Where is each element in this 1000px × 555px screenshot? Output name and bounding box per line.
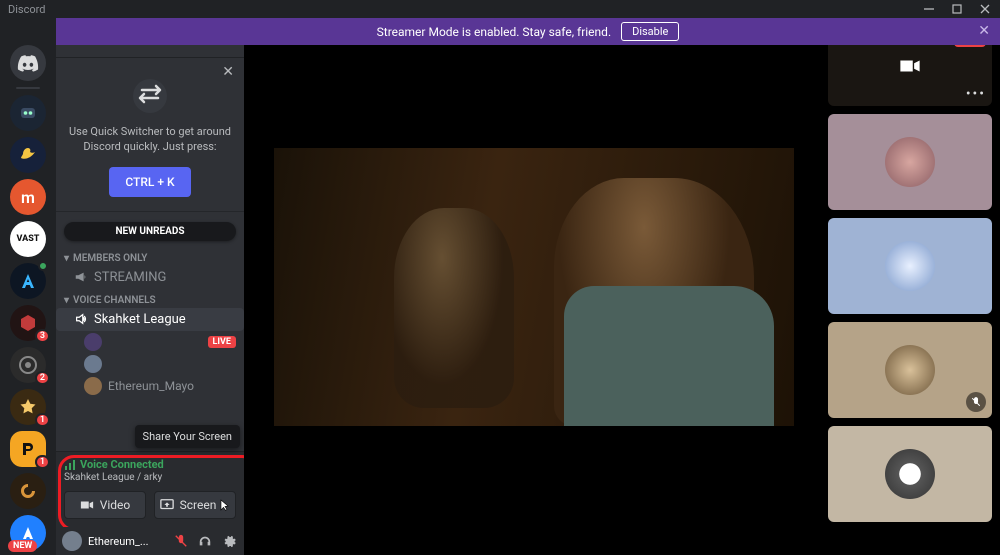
avatar [885, 345, 935, 395]
close-icon[interactable]: ✕ [978, 23, 990, 39]
disable-button[interactable]: Disable [621, 22, 679, 41]
category-voice[interactable]: ▾ VOICE CHANNELS [56, 289, 244, 308]
username: Ethereum_... [88, 535, 166, 548]
unread-badge: 1 [35, 413, 50, 427]
more-icon[interactable]: ••• [966, 86, 986, 102]
server-icon[interactable]: m [10, 179, 46, 215]
robot-icon [18, 103, 38, 123]
call-main-area: LIVE ••• [244, 18, 1000, 555]
rail-separator [16, 87, 40, 89]
app-title: Discord [8, 3, 45, 16]
megaphone-icon [74, 270, 88, 284]
unread-badge: 3 [35, 329, 50, 343]
participant-tile[interactable] [828, 218, 992, 314]
chevron-down-icon: ▾ [64, 295, 69, 306]
server-rail: m VAST 3 2 1 1 NEW [0, 18, 56, 555]
avatar [84, 333, 102, 351]
server-icon[interactable] [10, 473, 46, 509]
avatar [885, 137, 935, 187]
server-icon[interactable] [10, 137, 46, 173]
participants-column: LIVE ••• [824, 18, 1000, 555]
avatar [885, 241, 935, 291]
star-icon [19, 398, 37, 416]
screen-share-button[interactable]: Screen [154, 491, 236, 519]
chevron-down-icon: ▾ [64, 253, 69, 264]
swirl-icon [19, 482, 37, 500]
camera-icon [80, 498, 94, 512]
voice-connected-panel: Share Your Screen Voice Connected Skahke… [56, 451, 244, 527]
window-close-icon[interactable] [978, 2, 992, 16]
user-footer: Ethereum_... [56, 527, 244, 555]
avatar [84, 355, 102, 373]
camera-icon [899, 55, 921, 77]
quick-switcher-button[interactable]: CTRL + K [109, 167, 190, 197]
server-icon[interactable]: 3 [10, 305, 46, 341]
quick-switcher-text: Use Quick Switcher to get around Discord… [66, 124, 234, 155]
voice-member[interactable]: LIVE [56, 331, 244, 353]
voice-channel-path: Skahket League / arky [64, 472, 236, 483]
video-content [274, 148, 794, 426]
speaker-icon [74, 312, 88, 326]
member-name: Ethereum_Mayo [108, 379, 194, 393]
live-badge: LIVE [208, 336, 236, 348]
server-icon[interactable]: 2 [10, 347, 46, 383]
window-minimize-icon[interactable] [922, 2, 936, 16]
letter-a-bold-icon [20, 525, 36, 541]
voice-member[interactable]: Ethereum_Mayo [56, 375, 244, 397]
unread-badge: 1 [35, 455, 50, 469]
cursor-icon [220, 499, 230, 511]
server-icon[interactable]: VAST [10, 221, 46, 257]
channel-streaming[interactable]: STREAMING [56, 266, 244, 289]
letter-a-icon [19, 272, 37, 290]
new-unreads-pill[interactable]: NEW UNREADS [64, 222, 236, 241]
discord-logo-icon [17, 52, 39, 74]
close-icon[interactable]: ✕ [222, 64, 234, 80]
video-button[interactable]: Video [64, 491, 146, 519]
avatar [84, 377, 102, 395]
quick-switcher-panel: ✕ Use Quick Switcher to get around Disco… [56, 58, 244, 212]
screen-share-tooltip: Share Your Screen [135, 425, 240, 448]
settings-gear-icon[interactable] [220, 532, 238, 550]
window-titlebar: Discord [0, 0, 1000, 18]
letter-p-icon [20, 441, 36, 457]
obs-icon [18, 355, 38, 375]
voice-status: Voice Connected [80, 458, 164, 471]
new-badge: NEW [8, 540, 37, 552]
signal-icon [64, 459, 76, 471]
hex-icon [18, 313, 38, 333]
participant-tile[interactable] [828, 114, 992, 210]
stream-video[interactable] [244, 18, 824, 555]
server-icon[interactable]: 1 [10, 431, 46, 467]
status-online-icon [38, 261, 48, 271]
bird-icon [17, 144, 39, 166]
mic-muted-icon[interactable] [172, 532, 190, 550]
voice-member[interactable] [56, 353, 244, 375]
participant-tile[interactable] [828, 322, 992, 418]
avatar[interactable] [62, 531, 82, 551]
home-button[interactable] [10, 45, 46, 81]
participant-tile[interactable] [828, 426, 992, 522]
swap-arrows-icon [128, 74, 172, 118]
window-maximize-icon[interactable] [950, 2, 964, 16]
voice-channel-skahket[interactable]: Skahket League [56, 308, 244, 331]
avatar [885, 449, 935, 499]
server-icon[interactable]: 1 [10, 389, 46, 425]
unread-badge: 2 [35, 371, 50, 385]
category-members-only[interactable]: ▾ MEMBERS ONLY [56, 247, 244, 266]
screen-icon [160, 498, 174, 512]
server-icon[interactable] [10, 263, 46, 299]
server-icon[interactable] [10, 95, 46, 131]
banner-text: Streamer Mode is enabled. Stay safe, fri… [377, 25, 611, 39]
streamer-mode-banner: Streamer Mode is enabled. Stay safe, fri… [56, 18, 1000, 45]
headphones-icon[interactable] [196, 532, 214, 550]
mic-muted-icon [966, 392, 986, 412]
channel-sidebar: ✦arky ▾ ✕ Use Quick Switcher to get arou… [56, 18, 244, 555]
